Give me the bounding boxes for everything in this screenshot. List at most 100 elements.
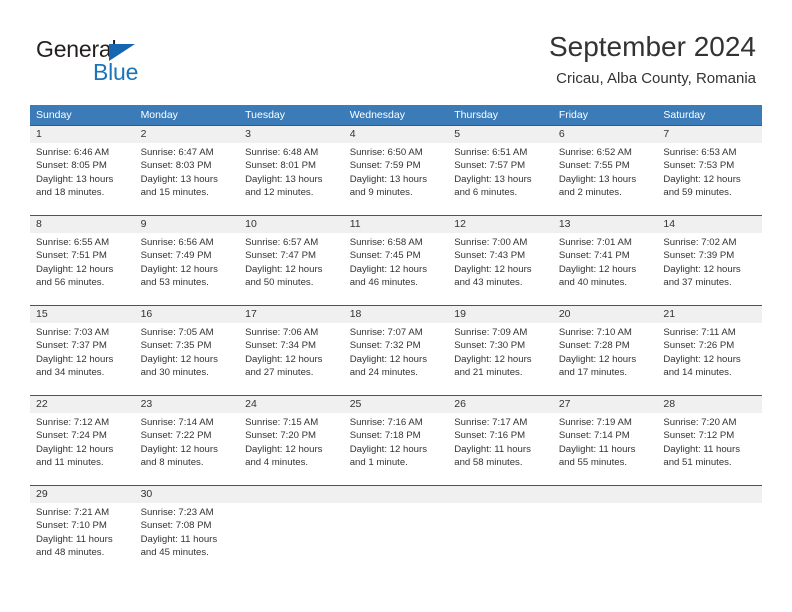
- daylight-text-line2: and 1 minute.: [349, 457, 408, 469]
- sunrise-text: Sunrise: 7:17 AM: [454, 417, 528, 428]
- day-number[interactable]: 29: [30, 486, 135, 503]
- day-cell: Sunrise: 6:46 AM Sunset: 8:05 PM Dayligh…: [30, 143, 135, 215]
- day-number[interactable]: 8: [30, 216, 135, 233]
- day-number[interactable]: 15: [30, 306, 135, 323]
- day-number[interactable]: 28: [657, 396, 762, 413]
- day-number[interactable]: 6: [553, 126, 658, 143]
- daylight-text-line1: Daylight: 12 hours: [349, 443, 428, 455]
- daylight-text-line1: Daylight: 11 hours: [454, 443, 531, 455]
- day-cell: Sunrise: 6:50 AM Sunset: 7:59 PM Dayligh…: [344, 143, 449, 215]
- day-number[interactable]: 10: [239, 216, 344, 233]
- day-number[interactable]: 18: [344, 306, 449, 323]
- sunset-text: Sunset: 7:30 PM: [454, 340, 526, 352]
- day-number[interactable]: 20: [553, 306, 658, 323]
- day-number[interactable]: 22: [30, 396, 135, 413]
- day-number[interactable]: 19: [448, 306, 553, 323]
- day-cell: Sunrise: 7:15 AM Sunset: 7:20 PM Dayligh…: [239, 413, 344, 485]
- day-number-band: 15 16 17 18 19 20 21: [30, 306, 762, 323]
- daylight-text-line2: and 51 minutes.: [663, 457, 732, 469]
- day-cell: Sunrise: 7:00 AM Sunset: 7:43 PM Dayligh…: [448, 233, 553, 305]
- daylight-text-line1: Daylight: 13 hours: [140, 173, 218, 185]
- sunrise-text: Sunrise: 7:01 AM: [558, 237, 632, 248]
- daylight-text-line1: Daylight: 12 hours: [663, 353, 741, 365]
- day-cell: Sunrise: 6:51 AM Sunset: 7:57 PM Dayligh…: [448, 143, 553, 215]
- sunrise-text: Sunrise: 7:14 AM: [140, 417, 214, 428]
- day-number[interactable]: 11: [344, 216, 449, 233]
- day-number[interactable]: 1: [30, 126, 135, 143]
- day-number[interactable]: 7: [657, 126, 762, 143]
- day-number[interactable]: 30: [135, 486, 240, 503]
- day-number[interactable]: 26: [448, 396, 553, 413]
- day-number[interactable]: 3: [239, 126, 344, 143]
- day-info-row: Sunrise: 6:55 AM Sunset: 7:51 PM Dayligh…: [30, 233, 762, 305]
- day-cell: Sunrise: 7:12 AM Sunset: 7:24 PM Dayligh…: [30, 413, 135, 485]
- daylight-text-line1: Daylight: 12 hours: [36, 353, 114, 365]
- sunset-text: Sunset: 7:35 PM: [140, 340, 212, 352]
- week-row: 22 23 24 25 26 27 28 Sunrise: 7:12 AM Su…: [30, 395, 762, 485]
- sunset-text: Sunset: 7:10 PM: [36, 520, 107, 532]
- daylight-text-line1: Daylight: 12 hours: [245, 353, 323, 365]
- day-cell: Sunrise: 7:01 AM Sunset: 7:41 PM Dayligh…: [553, 233, 658, 305]
- day-cell: Sunrise: 7:14 AM Sunset: 7:22 PM Dayligh…: [135, 413, 240, 485]
- sunset-text: Sunset: 8:05 PM: [36, 160, 107, 172]
- dow-wednesday: Wednesday: [349, 109, 405, 121]
- day-number[interactable]: 16: [135, 306, 240, 323]
- day-number[interactable]: 12: [448, 216, 553, 233]
- sunrise-text: Sunrise: 7:23 AM: [140, 507, 214, 518]
- general-blue-logo: General Blue: [36, 36, 236, 88]
- sunrise-text: Sunrise: 6:56 AM: [140, 237, 214, 248]
- daylight-text-line1: Daylight: 12 hours: [454, 353, 532, 365]
- day-number[interactable]: 25: [344, 396, 449, 413]
- calendar-page: General Blue September 2024 Cricau, Alba…: [0, 0, 792, 612]
- title-block: September 2024 Cricau, Alba County, Roma…: [549, 30, 756, 88]
- day-cell: Sunrise: 6:58 AM Sunset: 7:45 PM Dayligh…: [344, 233, 449, 305]
- day-number[interactable]: 14: [657, 216, 762, 233]
- day-number[interactable]: 27: [553, 396, 658, 413]
- sunrise-text: Sunrise: 6:58 AM: [349, 237, 423, 248]
- day-cell: Sunrise: 7:05 AM Sunset: 7:35 PM Dayligh…: [135, 323, 240, 395]
- sunrise-text: Sunrise: 6:47 AM: [140, 147, 214, 158]
- sunset-text: Sunset: 7:12 PM: [663, 430, 735, 442]
- day-of-week-header-row: Sunday Monday Tuesday Wednesday Thursday…: [30, 105, 762, 125]
- sunrise-text: Sunrise: 7:16 AM: [349, 417, 423, 428]
- day-number[interactable]: 2: [135, 126, 240, 143]
- sunset-text: Sunset: 7:43 PM: [454, 250, 526, 262]
- day-number[interactable]: 13: [553, 216, 658, 233]
- sunset-text: Sunset: 7:34 PM: [245, 340, 317, 352]
- daylight-text-line2: and 21 minutes.: [454, 367, 523, 379]
- day-number[interactable]: 23: [135, 396, 240, 413]
- day-info-row: Sunrise: 7:21 AM Sunset: 7:10 PM Dayligh…: [30, 503, 762, 575]
- sunset-text: Sunset: 7:53 PM: [663, 160, 735, 172]
- day-cell: Sunrise: 6:57 AM Sunset: 7:47 PM Dayligh…: [239, 233, 344, 305]
- daylight-text-line1: Daylight: 11 hours: [36, 533, 113, 545]
- day-number-band: 8 9 10 11 12 13 14: [30, 216, 762, 233]
- page-header: General Blue September 2024 Cricau, Alba…: [0, 0, 792, 100]
- day-number-band: 29 30: [30, 486, 762, 503]
- sunrise-text: Sunrise: 7:10 AM: [558, 327, 632, 338]
- day-number[interactable]: 24: [239, 396, 344, 413]
- day-number[interactable]: 17: [239, 306, 344, 323]
- sunset-text: Sunset: 7:20 PM: [245, 430, 317, 442]
- daylight-text-line2: and 9 minutes.: [349, 187, 413, 199]
- day-number[interactable]: 5: [448, 126, 553, 143]
- day-cell: Sunrise: 6:53 AM Sunset: 7:53 PM Dayligh…: [657, 143, 762, 215]
- daylight-text-line1: Daylight: 12 hours: [663, 173, 741, 185]
- day-number[interactable]: 21: [657, 306, 762, 323]
- daylight-text-line1: Daylight: 12 hours: [663, 263, 741, 275]
- day-number[interactable]: 4: [344, 126, 449, 143]
- daylight-text-line2: and 4 minutes.: [245, 457, 309, 469]
- sunset-text: Sunset: 7:14 PM: [558, 430, 630, 442]
- sunset-text: Sunset: 7:26 PM: [663, 340, 735, 352]
- day-info-row: Sunrise: 6:46 AM Sunset: 8:05 PM Dayligh…: [30, 143, 762, 215]
- daylight-text-line1: Daylight: 13 hours: [36, 173, 114, 185]
- day-number-empty: [344, 486, 449, 503]
- sunset-text: Sunset: 7:41 PM: [558, 250, 630, 262]
- dow-thursday: Thursday: [454, 109, 499, 121]
- sunset-text: Sunset: 7:32 PM: [349, 340, 421, 352]
- day-number-empty: [553, 486, 658, 503]
- day-number[interactable]: 9: [135, 216, 240, 233]
- daylight-text-line1: Daylight: 13 hours: [558, 173, 637, 185]
- daylight-text-line1: Daylight: 11 hours: [140, 533, 218, 545]
- daylight-text-line1: Daylight: 12 hours: [140, 263, 218, 275]
- sunset-text: Sunset: 8:01 PM: [245, 160, 317, 172]
